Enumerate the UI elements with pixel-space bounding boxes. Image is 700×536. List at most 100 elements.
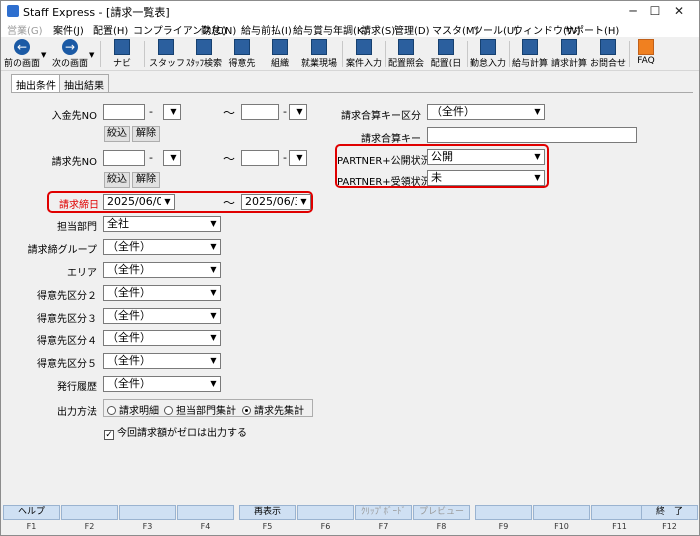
forward-button[interactable]: → 次の画面	[51, 38, 89, 70]
f11-key[interactable]: F11	[591, 505, 648, 536]
partner-publish-select[interactable]: 公開 ▼	[427, 149, 545, 165]
close-button[interactable]: ✕	[659, 1, 699, 21]
assignment-daily-button[interactable]: 配置(日	[427, 38, 465, 70]
organization-label: 組織	[270, 59, 289, 69]
radio-billing-summary[interactable]: 請求先集計	[242, 402, 304, 417]
tab-extract-conditions[interactable]: 抽出条件	[11, 74, 61, 93]
f9-key[interactable]: F9	[475, 505, 532, 536]
summary-key-class-select[interactable]: （全件） ▼	[427, 104, 545, 120]
navi-button[interactable]: ナビ	[105, 38, 139, 70]
deposit-clear-button[interactable]: 解除	[132, 126, 160, 142]
staff-search-button[interactable]: ｽﾀｯﾌ検索	[185, 38, 223, 70]
area-select[interactable]: （全件） ▼	[103, 262, 221, 278]
job-entry-button[interactable]: 案件入力	[345, 38, 383, 70]
menu-advance-pay[interactable]: 給与前払(I)	[241, 22, 292, 37]
cust-class5-select[interactable]: （全件） ▼	[103, 353, 221, 369]
f8-key[interactable]: プレビュー F8	[413, 505, 470, 536]
assignment-inquiry-button[interactable]: 配置照会	[387, 38, 425, 70]
billing-no-to-1[interactable]	[241, 150, 279, 166]
billing-narrow-button[interactable]: 絞込	[104, 172, 130, 188]
billing-no-from-2[interactable]: ▼	[163, 150, 181, 166]
billing-no-to-2[interactable]: ▼	[289, 150, 307, 166]
f12-key[interactable]: 終 了 F12	[641, 505, 698, 536]
f8-name: F8	[436, 522, 447, 531]
staff-button[interactable]: スタッフ	[149, 38, 185, 70]
billing-calc-icon	[561, 39, 577, 55]
f4-label	[177, 505, 234, 520]
f10-key[interactable]: F10	[533, 505, 590, 536]
menu-master[interactable]: マスタ(M)	[432, 22, 478, 37]
customer-button[interactable]: 得意先	[225, 38, 259, 70]
deposit-no-to-2[interactable]: ▼	[289, 104, 307, 120]
dash: -	[149, 105, 153, 118]
billing-calc-button[interactable]: 請求計算	[550, 38, 588, 70]
f5-name: F5	[262, 522, 273, 531]
payroll-button[interactable]: 給与計算	[511, 38, 549, 70]
radio-department-summary[interactable]: 担当部門集計	[164, 402, 236, 417]
f8-label: プレビュー	[413, 505, 470, 520]
worksite-button[interactable]: 就業現場	[299, 38, 339, 70]
deposit-no-from-1[interactable]	[103, 104, 145, 120]
cust-class4-select[interactable]: （全件） ▼	[103, 330, 221, 346]
menu-assignment[interactable]: 配置(H)	[93, 22, 128, 37]
summary-key-input[interactable]	[427, 127, 637, 143]
f1-key[interactable]: ヘルプ F1	[3, 505, 60, 536]
chevron-down-icon: ▼	[207, 377, 220, 391]
cust-class3-select[interactable]: （全件） ▼	[103, 308, 221, 324]
chevron-down-icon: ▼	[531, 105, 544, 119]
f6-key[interactable]: F6	[297, 505, 354, 536]
menu-job[interactable]: 案件(J)	[53, 22, 84, 37]
deposit-narrow-button[interactable]: 絞込	[104, 126, 130, 142]
cust-class4-value: （全件）	[107, 331, 151, 344]
deposit-no-from-2[interactable]: ▼	[163, 104, 181, 120]
inquiry-button[interactable]: お問合せ	[589, 38, 627, 70]
billing-group-select[interactable]: （全件） ▼	[103, 239, 221, 255]
app-icon	[7, 5, 19, 17]
billing-no-from-1[interactable]	[103, 150, 145, 166]
menu-support[interactable]: サポート(H)	[564, 22, 619, 37]
menu-bar: 営業(G) 案件(J) 配置(H) コンプライアンス(C) 勤怠(N) 給与前払…	[1, 21, 699, 37]
f5-key[interactable]: 再表示 F5	[239, 505, 296, 536]
faq-button[interactable]: FAQ	[631, 38, 661, 70]
organization-button[interactable]: 組織	[263, 38, 297, 70]
staff-search-label: ｽﾀｯﾌ検索	[185, 59, 222, 69]
forward-arrow-icon: →	[62, 39, 78, 55]
deposit-no-label: 入金先NO	[51, 111, 97, 122]
summary-key-class-label: 請求合算キー区分	[341, 111, 421, 122]
back-history-dropdown[interactable]: ▼	[41, 51, 46, 59]
f4-key[interactable]: F4	[177, 505, 234, 536]
radio-icon	[164, 406, 173, 415]
billing-clear-button[interactable]: 解除	[132, 172, 160, 188]
deposit-no-to-1[interactable]	[241, 104, 279, 120]
f7-key[interactable]: ｸﾘｯﾌﾟﾎﾞｰﾄﾞ F7	[355, 505, 412, 536]
attendance-entry-button[interactable]: 勤怠入力	[469, 38, 507, 70]
tab-extract-results[interactable]: 抽出結果	[59, 74, 109, 92]
radio-billing-detail-label: 請求明細	[119, 406, 159, 417]
partner-receipt-select[interactable]: 未 ▼	[427, 170, 545, 186]
f6-label	[297, 505, 354, 520]
menu-sales[interactable]: 営業(G)	[7, 22, 43, 37]
forward-history-dropdown[interactable]: ▼	[89, 51, 94, 59]
toolbar-separator	[342, 41, 343, 67]
issue-history-select[interactable]: （全件） ▼	[103, 376, 221, 392]
cust-class2-select[interactable]: （全件） ▼	[103, 285, 221, 301]
menu-billing[interactable]: 請求(S)	[361, 22, 395, 37]
menu-payroll[interactable]: 給与賞与年調(K)	[293, 22, 367, 37]
menu-tools[interactable]: ツール(U)	[473, 22, 518, 37]
back-button[interactable]: ← 前の画面	[3, 38, 41, 70]
chevron-down-icon: ▼	[207, 286, 220, 300]
range-tilde: ～	[223, 196, 236, 210]
f2-key[interactable]: F2	[61, 505, 118, 536]
dash: -	[283, 151, 287, 164]
billing-cutoff-to[interactable]: 2025/06/30 ▼	[241, 194, 311, 210]
menu-admin[interactable]: 管理(D)	[394, 22, 430, 37]
billing-cutoff-from[interactable]: 2025/06/01 ▼	[103, 194, 175, 210]
f3-key[interactable]: F3	[119, 505, 176, 536]
department-select[interactable]: 全社 ▼	[103, 216, 221, 232]
menu-attendance[interactable]: 勤怠(N)	[201, 22, 236, 37]
zero-output-checkbox[interactable]: ✓ 今回請求額がゼロは出力する	[104, 424, 247, 440]
window-title: Staff Express - [請求一覧表]	[23, 6, 170, 19]
radio-billing-detail[interactable]: 請求明細	[107, 402, 159, 417]
f9-name: F9	[498, 522, 509, 531]
dash: -	[149, 151, 153, 164]
